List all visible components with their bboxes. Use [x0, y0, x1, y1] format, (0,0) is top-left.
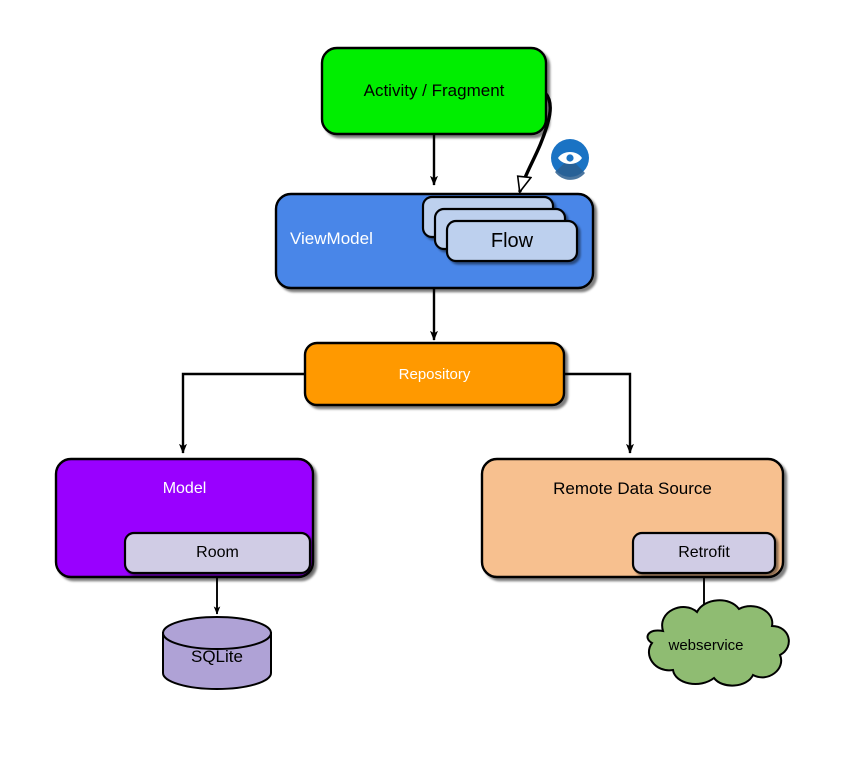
observe-eye-icon[interactable] [551, 139, 589, 180]
node-repository[interactable] [303, 341, 566, 407]
diagram-canvas-svg [54, 46, 790, 690]
architecture-diagram: Activity / Fragment ViewModel Flow Repos… [0, 0, 846, 780]
node-flow-stack[interactable] [421, 195, 579, 263]
node-activity-fragment[interactable] [320, 46, 548, 136]
node-room[interactable] [123, 531, 312, 575]
edge-repository-to-remote-data-source [564, 372, 634, 454]
node-sqlite-cylinder[interactable] [162, 616, 272, 690]
node-webservice-cloud[interactable] [646, 599, 790, 687]
edge-repository-to-model [179, 372, 305, 454]
node-retrofit[interactable] [631, 531, 777, 575]
